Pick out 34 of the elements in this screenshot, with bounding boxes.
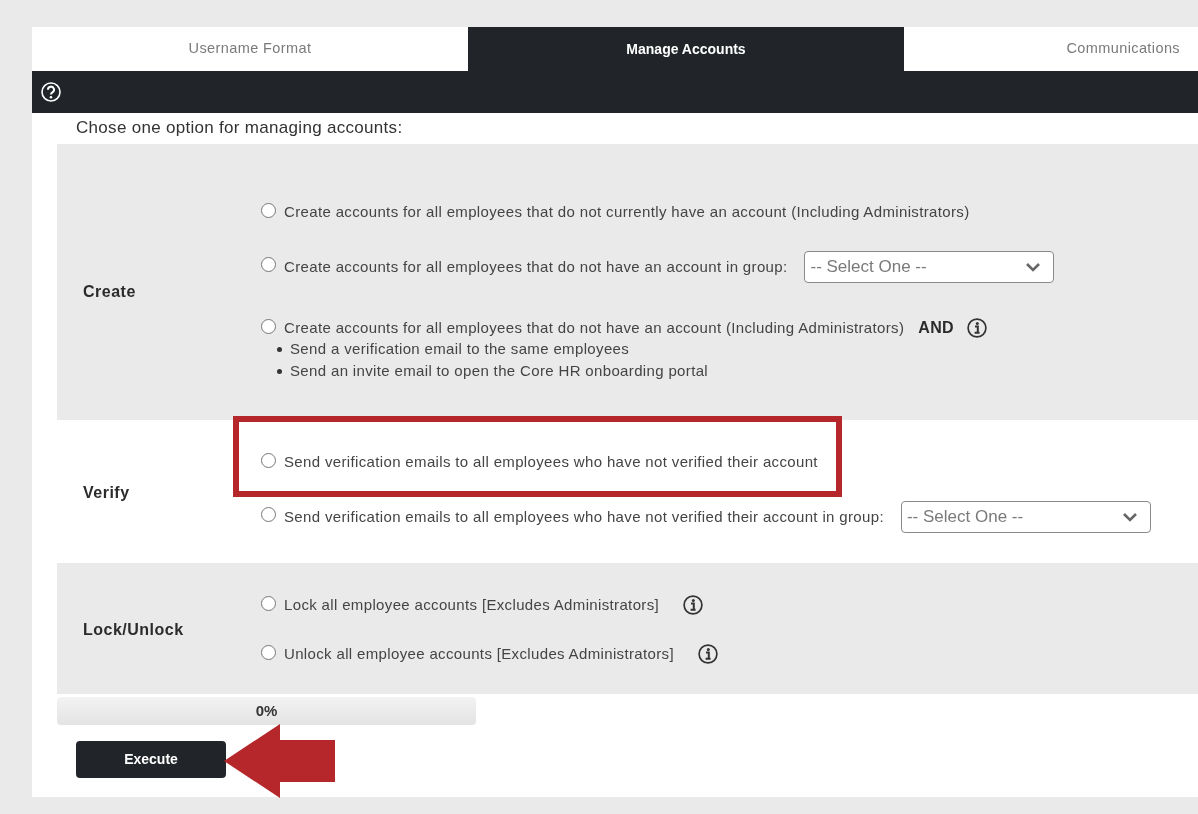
section-title: Verify — [82, 482, 131, 503]
bullet-icon — [277, 346, 282, 352]
option-label: Unlock all employee accounts [Excludes Administrators] — [284, 644, 674, 664]
execute-button[interactable]: Execute — [76, 741, 226, 778]
bullet-icon — [277, 368, 282, 374]
radio-button[interactable] — [261, 596, 276, 611]
option-label: Send verification emails to all employees who have not verified their account — [284, 452, 818, 472]
section-title: Create — [82, 282, 137, 302]
radio-button[interactable] — [261, 319, 276, 334]
option-label: Create accounts for all employees that do not currently have an account (Including Administrators) — [284, 202, 970, 222]
option-label: Send verification emails to all employees who have not verified their account in group: — [284, 507, 884, 527]
bullet-text: Send an invite email to open the Core HR onboarding portal — [290, 361, 709, 381]
section-title: Lock/Unlock — [82, 619, 185, 640]
option-label: Create accounts for all employees that do not have an account in group: — [284, 257, 788, 277]
radio-button[interactable] — [261, 507, 276, 522]
instruction-text: Chose one option for managing accounts: — [75, 117, 404, 139]
option-label: Lock all employee accounts [Excludes Administrators] — [284, 595, 660, 615]
bullet-text: Send a verification email to the same employees — [290, 339, 630, 359]
help-icon[interactable] — [41, 82, 61, 102]
tab[interactable]: Manage Accounts — [468, 27, 904, 71]
info-icon[interactable] — [697, 644, 718, 664]
info-icon[interactable] — [683, 595, 704, 615]
radio-button[interactable] — [261, 203, 276, 218]
option-label: Create accounts for all employees that do not have an account (Including Administrators) — [284, 318, 905, 338]
chevron-down-icon — [1121, 512, 1138, 522]
radio-button[interactable] — [261, 257, 276, 272]
emphasis-text: AND — [918, 318, 954, 338]
dropdown[interactable]: -- Select One -- — [900, 501, 1151, 533]
radio-button[interactable] — [261, 645, 276, 660]
progress-reading: 0% — [255, 700, 278, 721]
info-icon[interactable] — [967, 318, 987, 338]
radio-button[interactable] — [261, 453, 276, 468]
chevron-down-icon — [1025, 262, 1042, 272]
dropdown[interactable]: -- Select One -- — [804, 251, 1055, 283]
